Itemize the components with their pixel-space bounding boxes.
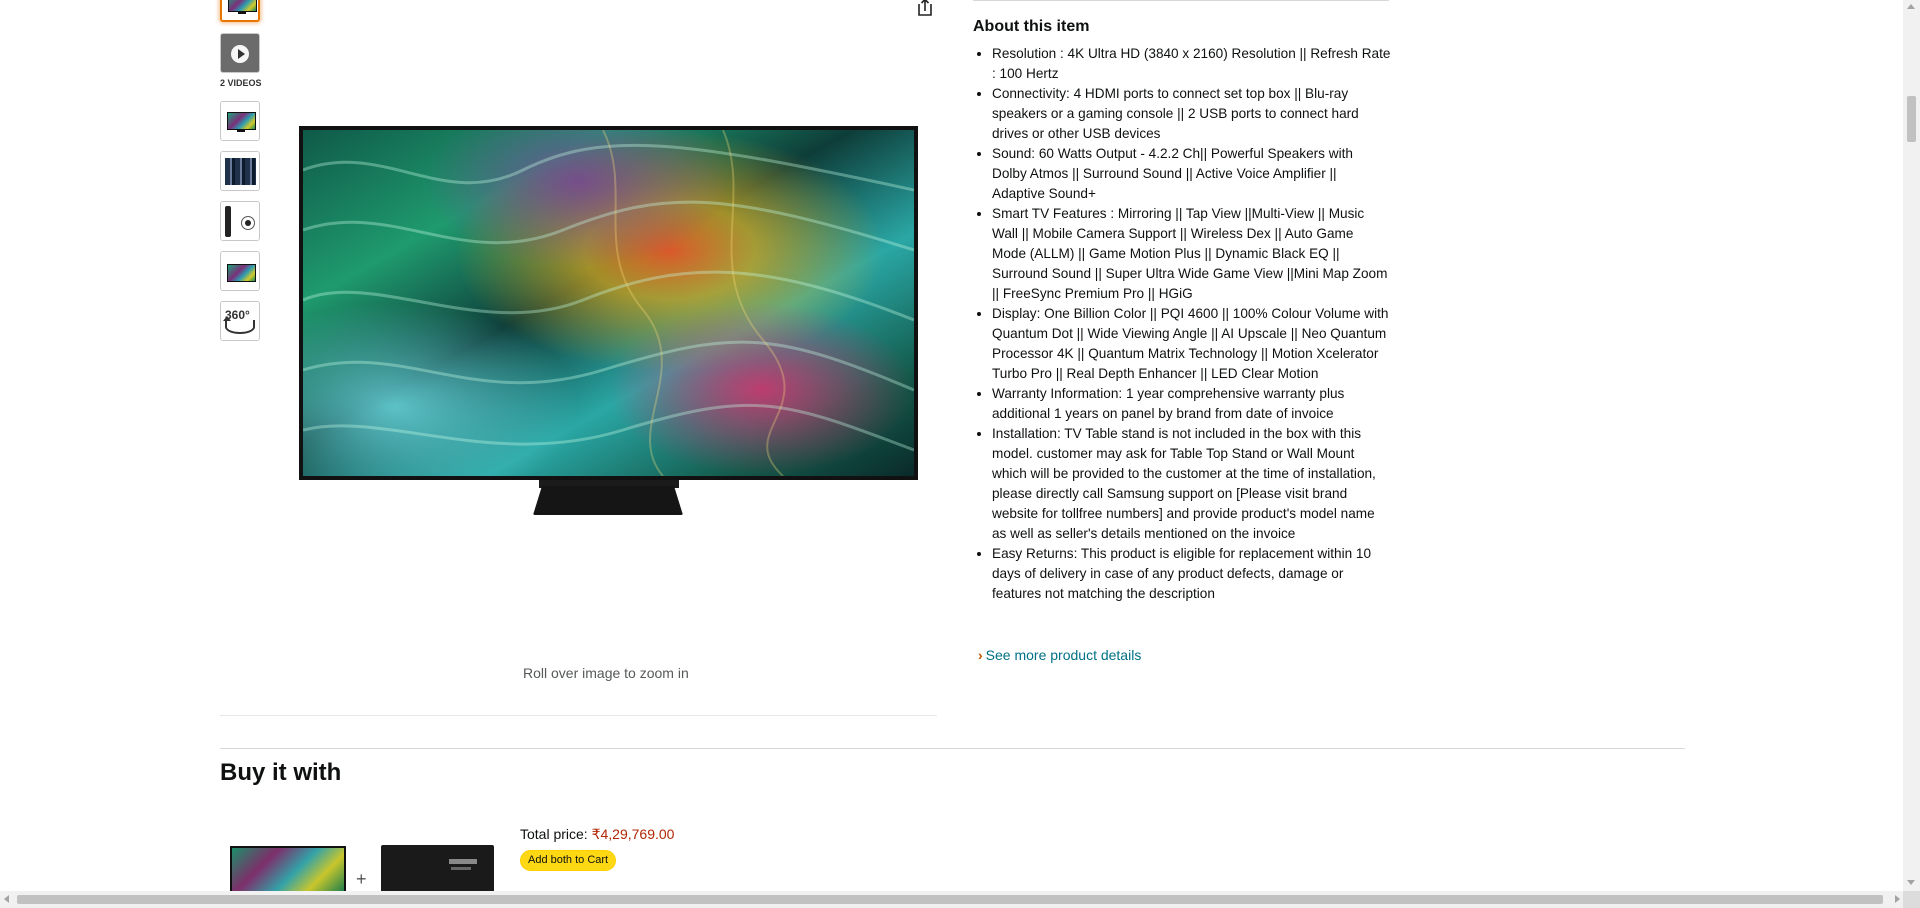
see-more-details-link[interactable]: › See more product details [978, 647, 1141, 663]
total-price-value: ₹4,29,769.00 [591, 826, 675, 842]
feature-bullet: Resolution : 4K Ultra HD (3840 x 2160) R… [992, 44, 1391, 84]
feature-bullet-list: Resolution : 4K Ultra HD (3840 x 2160) R… [973, 44, 1391, 604]
share-icon[interactable] [912, 0, 938, 18]
add-both-to-cart-button[interactable]: Add both to Cart [520, 850, 617, 871]
divider [220, 715, 937, 716]
tv-thumbnail-image [227, 112, 256, 130]
tv-thumbnail-image [227, 264, 256, 282]
total-price: Total price: ₹4,29,769.00 [520, 826, 674, 843]
feature-bullet: Display: One Billion Color || PQI 4600 |… [992, 304, 1391, 384]
about-this-item: About this item Resolution : 4K Ultra HD… [973, 17, 1391, 604]
features-thumbnail-image [225, 158, 256, 185]
scroll-right-icon[interactable] [1895, 895, 1900, 903]
camera-thumbnail-image [241, 216, 255, 230]
zoom-hint-text: Roll over image to zoom in [523, 665, 689, 681]
total-price-label: Total price: [520, 826, 588, 842]
remote-thumbnail-image [225, 206, 231, 237]
thumbnail-tv-2[interactable] [220, 101, 260, 141]
feature-bullet: Smart TV Features : Mirroring || Tap Vie… [992, 204, 1391, 304]
chevron-right-icon: › [978, 647, 983, 663]
plus-icon: + [356, 869, 367, 889]
rotate-360-icon [223, 316, 255, 334]
vertical-scroll-thumb[interactable] [1907, 96, 1916, 142]
vertical-scrollbar[interactable] [1903, 0, 1920, 891]
thumbnail-video[interactable] [220, 33, 260, 73]
buy-it-with-title: Buy it with [220, 759, 342, 786]
feature-bullet: Connectivity: 4 HDMI ports to connect se… [992, 84, 1391, 144]
bundle-accessory-image[interactable] [381, 845, 494, 897]
horizontal-scrollbar[interactable] [0, 891, 1920, 908]
bundle-tv-image[interactable] [230, 846, 346, 896]
divider [973, 0, 1389, 1]
scroll-up-icon[interactable] [1907, 4, 1915, 9]
tv-stand-base [533, 486, 683, 515]
thumbnail-remote[interactable] [220, 201, 260, 241]
about-title: About this item [973, 18, 1090, 35]
thumbnail-tv-side[interactable] [220, 251, 260, 291]
divider [220, 748, 1685, 749]
horizontal-scroll-thumb[interactable] [17, 895, 1883, 904]
scroll-left-icon[interactable] [4, 895, 9, 903]
thumbnail-tv-front[interactable] [220, 0, 260, 22]
videos-count-label: 2 VIDEOS [220, 78, 262, 88]
feature-bullet: Installation: TV Table stand is not incl… [992, 424, 1391, 544]
tv-screen-image [299, 126, 918, 480]
scroll-down-icon[interactable] [1907, 880, 1915, 885]
feature-bullet: Easy Returns: This product is eligible f… [992, 544, 1391, 604]
thumbnail-360[interactable]: 360° [220, 301, 260, 341]
main-product-image[interactable] [299, 126, 918, 515]
scrollbar-corner [1903, 891, 1920, 908]
play-icon [231, 45, 249, 63]
feature-bullet: Sound: 60 Watts Output - 4.2.2 Ch|| Powe… [992, 144, 1391, 204]
feature-bullet: Warranty Information: 1 year comprehensi… [992, 384, 1391, 424]
thumbnail-features[interactable] [220, 151, 260, 191]
see-more-label: See more product details [985, 647, 1142, 663]
